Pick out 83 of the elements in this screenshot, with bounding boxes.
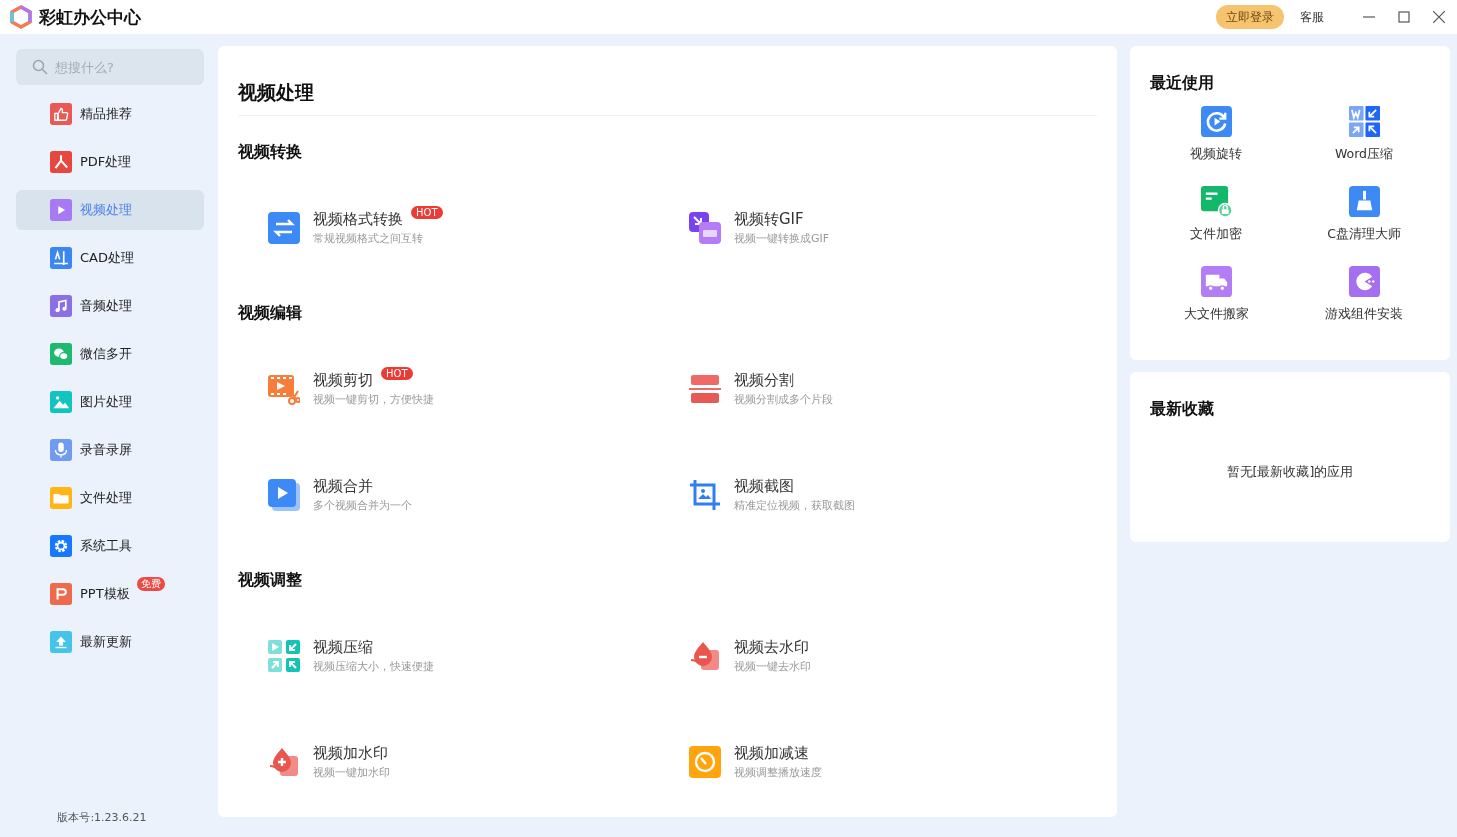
tool-title[interactable]: 视频压缩 (313, 636, 373, 658)
close-icon[interactable] (1433, 11, 1445, 23)
chat-bubbles-icon (50, 343, 72, 365)
music-note-icon (50, 295, 72, 317)
split-bars-icon[interactable] (689, 373, 721, 405)
tool-title[interactable]: 视频剪切 (313, 369, 373, 391)
tool-description: 视频一键剪切，方便快捷 (313, 392, 434, 408)
tool-title[interactable]: 视频转GIF (734, 208, 804, 230)
cad-icon (50, 247, 72, 269)
image-icon (50, 391, 72, 413)
section-heading: 视频转换 (238, 141, 303, 163)
app-title: 彩虹办公中心 (39, 5, 141, 29)
tool-description: 视频一键转换成GIF (734, 231, 830, 247)
tool-description: 视频调整播放速度 (734, 765, 822, 781)
document-lock-icon (1200, 186, 1232, 217)
app-shortcut[interactable]: Word压缩 (1290, 102, 1438, 182)
tool-description: 视频压缩大小，快速便捷 (313, 659, 434, 675)
microphone-icon (50, 439, 72, 461)
tool-title[interactable]: 视频分割 (734, 369, 794, 391)
sidebar-item[interactable]: 最新更新 (16, 622, 204, 662)
broom-icon (1348, 186, 1380, 217)
sidebar-item[interactable]: 精品推荐 (16, 94, 204, 134)
drop-plus-icon[interactable] (268, 746, 300, 778)
tool-title[interactable]: 视频合并 (313, 475, 373, 497)
sidebar-item[interactable]: 音频处理 (16, 286, 204, 326)
maximize-icon[interactable] (1398, 11, 1410, 23)
app-shortcut[interactable]: C盘清理大师 (1290, 182, 1438, 262)
hot-badge: HOT (411, 206, 443, 219)
drop-minus-icon[interactable] (689, 640, 721, 672)
tool-description: 多个视频合并为一个 (313, 498, 412, 514)
compress-grid-icon (1348, 106, 1380, 137)
folder-icon (50, 487, 72, 509)
tool-title[interactable]: 视频格式转换 (313, 208, 403, 230)
upload-icon (50, 631, 72, 653)
section-heading: 视频编辑 (238, 302, 303, 324)
app-shortcut[interactable]: 大文件搬家 (1142, 262, 1290, 342)
section-heading: 视频调整 (238, 569, 303, 591)
sidebar-item[interactable]: 录音录屏 (16, 430, 204, 470)
thumb-up-icon (50, 103, 72, 125)
app-shortcut[interactable]: 游戏组件安装 (1290, 262, 1438, 342)
swap-arrows-icon[interactable] (268, 212, 300, 244)
app-shortcut[interactable]: 视频旋转 (1142, 102, 1290, 182)
film-scissors-icon[interactable] (268, 373, 300, 405)
hot-badge: HOT (381, 367, 413, 380)
compress-grid-icon[interactable] (268, 640, 300, 672)
search-field[interactable]: 想搜什么? (16, 49, 204, 85)
truck-icon (1200, 266, 1232, 297)
card-heading: 最新收藏 (1150, 398, 1215, 420)
login-button[interactable]: 立即登录 (1216, 5, 1284, 29)
stacked-play-icon[interactable] (268, 479, 300, 511)
settings-icon (50, 535, 72, 557)
tool-description: 常规视频格式之间互转 (313, 231, 424, 247)
sidebar-item[interactable]: 微信多开 (16, 334, 204, 374)
sidebar-item[interactable]: 系统工具 (16, 526, 204, 566)
tool-title[interactable]: 视频截图 (734, 475, 794, 497)
pacman-icon (1348, 266, 1380, 297)
tool-description: 视频分割成多个片段 (734, 392, 833, 408)
crop-image-icon[interactable] (689, 479, 721, 511)
sidebar-item[interactable]: PDF处理 (16, 142, 204, 182)
play-icon (50, 199, 72, 221)
tool-description: 视频一键加水印 (313, 765, 390, 781)
rotate-play-icon (1200, 106, 1232, 137)
version-label: 版本号:1.23.6.21 (56, 810, 148, 825)
gif-icon[interactable] (689, 212, 721, 244)
page-title: 视频处理 (238, 76, 1097, 116)
sidebar-item[interactable]: PPT模板 免费 (16, 574, 204, 614)
tool-title[interactable]: 视频加水印 (313, 742, 388, 764)
ppt-icon (50, 583, 72, 605)
logo-icon (9, 5, 33, 29)
sidebar-item[interactable]: CAD处理 (16, 238, 204, 278)
app-shortcut[interactable]: 文件加密 (1142, 182, 1290, 262)
pdf-icon (50, 151, 72, 173)
tool-title[interactable]: 视频去水印 (734, 636, 809, 658)
card-heading: 最近使用 (1150, 72, 1215, 94)
tool-description: 视频一键去水印 (734, 659, 811, 675)
speed-dial-icon[interactable] (689, 746, 721, 778)
tool-description: 精准定位视频，获取截图 (734, 498, 855, 514)
support-link[interactable]: 客服 (1300, 8, 1324, 26)
empty-message: 暂无[最新收藏]的应用 (1225, 464, 1355, 481)
sidebar-item[interactable]: 文件处理 (16, 478, 204, 518)
sidebar-item[interactable]: 图片处理 (16, 382, 204, 422)
free-badge: 免费 (137, 577, 165, 591)
tool-title[interactable]: 视频加减速 (734, 742, 809, 764)
